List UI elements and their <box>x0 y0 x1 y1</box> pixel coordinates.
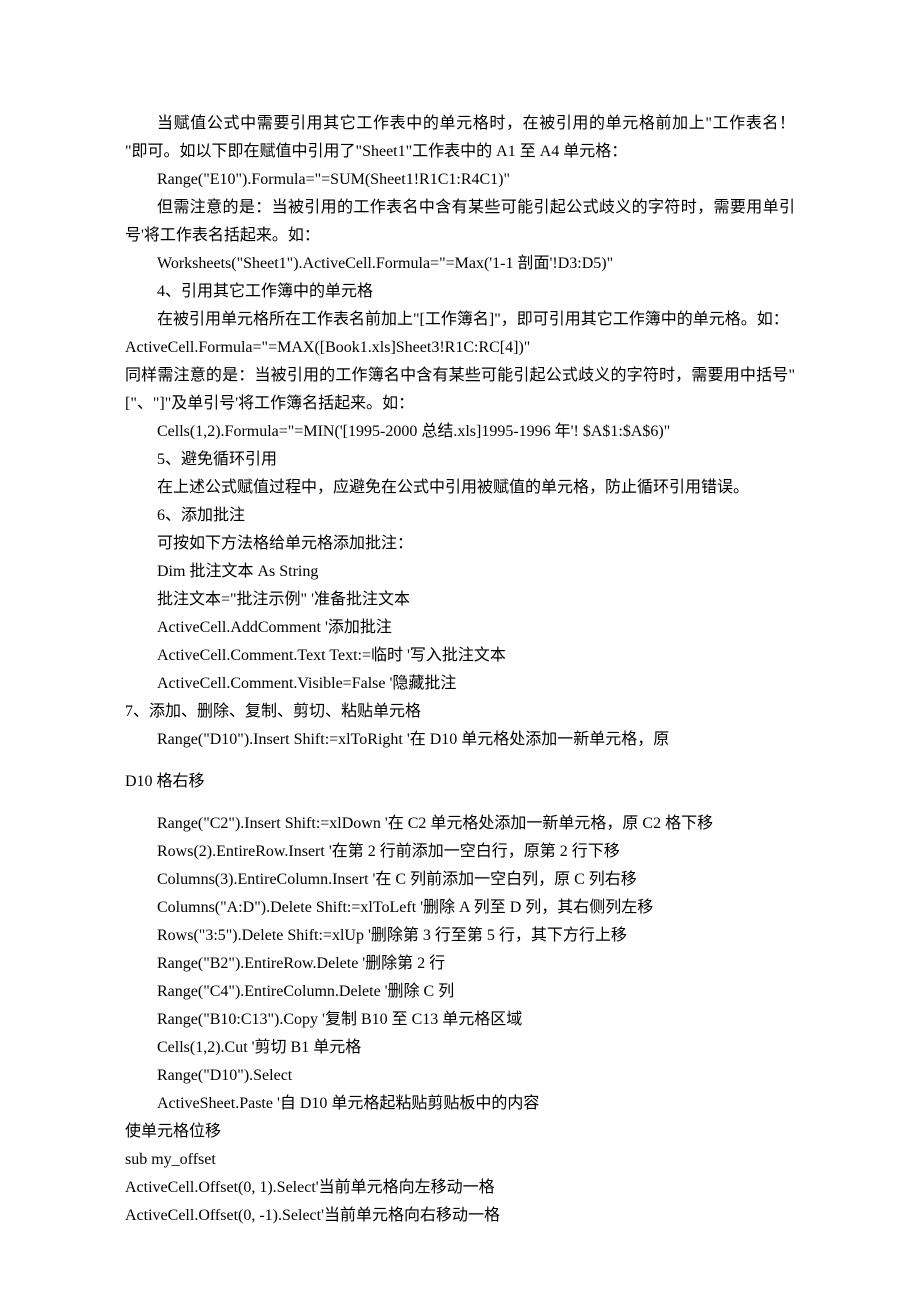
doc-code-line: Cells(1,2).Cut '剪切 B1 单元格 <box>125 1034 795 1062</box>
doc-paragraph: 但需注意的是：当被引用的工作表名中含有某些可能引起公式歧义的字符时，需要用单引号… <box>125 194 795 250</box>
doc-code-line: ActiveCell.Comment.Text Text:=临时 '写入批注文本 <box>125 642 795 670</box>
doc-paragraph: 同样需注意的是：当被引用的工作簿名中含有某些可能引起公式歧义的字符时，需要用中括… <box>125 362 795 418</box>
doc-code-line: Rows("3:5").Delete Shift:=xlUp '删除第 3 行至… <box>125 922 795 950</box>
doc-code-line: 批注文本="批注示例" '准备批注文本 <box>125 586 795 614</box>
doc-code-line: Range("B2").EntireRow.Delete '删除第 2 行 <box>125 950 795 978</box>
doc-paragraph: 在上述公式赋值过程中，应避免在公式中引用被赋值的单元格，防止循环引用错误。 <box>125 474 795 502</box>
doc-code-line: Rows(2).EntireRow.Insert '在第 2 行前添加一空白行，… <box>125 838 795 866</box>
doc-code-line: ActiveCell.Offset(0, 1).Select'当前单元格向左移动… <box>125 1174 795 1202</box>
doc-code-line: Cells(1,2).Formula="=MIN('[1995-2000 总结.… <box>125 418 795 446</box>
doc-heading: 7、添加、删除、复制、剪切、粘贴单元格 <box>125 698 795 726</box>
doc-code-line: Columns("A:D").Delete Shift:=xlToLeft '删… <box>125 894 795 922</box>
doc-code-line: Range("D10").Select <box>125 1062 795 1090</box>
doc-paragraph: 当赋值公式中需要引用其它工作表中的单元格时，在被引用的单元格前加上"工作表名！ … <box>125 110 795 166</box>
doc-code-line: ActiveSheet.Paste '自 D10 单元格起粘贴剪贴板中的内容 <box>125 1090 795 1118</box>
doc-code-line: ActiveCell.Comment.Visible=False '隐藏批注 <box>125 670 795 698</box>
doc-code-line: Range("C2").Insert Shift:=xlDown '在 C2 单… <box>125 810 795 838</box>
doc-heading: 使单元格位移 <box>125 1118 795 1146</box>
doc-code-line: D10 格右移 <box>125 768 795 796</box>
doc-code-line: ActiveCell.Offset(0, -1).Select'当前单元格向右移… <box>125 1202 795 1230</box>
doc-code-line: Range("E10").Formula="=SUM(Sheet1!R1C1:R… <box>125 166 795 194</box>
doc-heading: 6、添加批注 <box>125 502 795 530</box>
doc-heading: 5、避免循环引用 <box>125 446 795 474</box>
doc-code-line: Range("D10").Insert Shift:=xlToRight '在 … <box>125 726 795 754</box>
doc-code-line: Dim 批注文本 As String <box>125 558 795 586</box>
doc-code-line: Columns(3).EntireColumn.Insert '在 C 列前添加… <box>125 866 795 894</box>
doc-code-line: sub my_offset <box>125 1146 795 1174</box>
doc-paragraph: 可按如下方法格给单元格添加批注： <box>125 530 795 558</box>
doc-code-line: ActiveCell.AddComment '添加批注 <box>125 614 795 642</box>
doc-code-line: Range("C4").EntireColumn.Delete '删除 C 列 <box>125 978 795 1006</box>
doc-code-line: Range("B10:C13").Copy '复制 B10 至 C13 单元格区… <box>125 1006 795 1034</box>
doc-code-line: Worksheets("Sheet1").ActiveCell.Formula=… <box>125 250 795 278</box>
doc-code-line: ActiveCell.Formula="=MAX([Book1.xls]Shee… <box>125 334 795 362</box>
doc-heading: 4、引用其它工作簿中的单元格 <box>125 278 795 306</box>
doc-paragraph: 在被引用单元格所在工作表名前加上"[工作簿名]"，即可引用其它工作簿中的单元格。… <box>125 306 795 334</box>
